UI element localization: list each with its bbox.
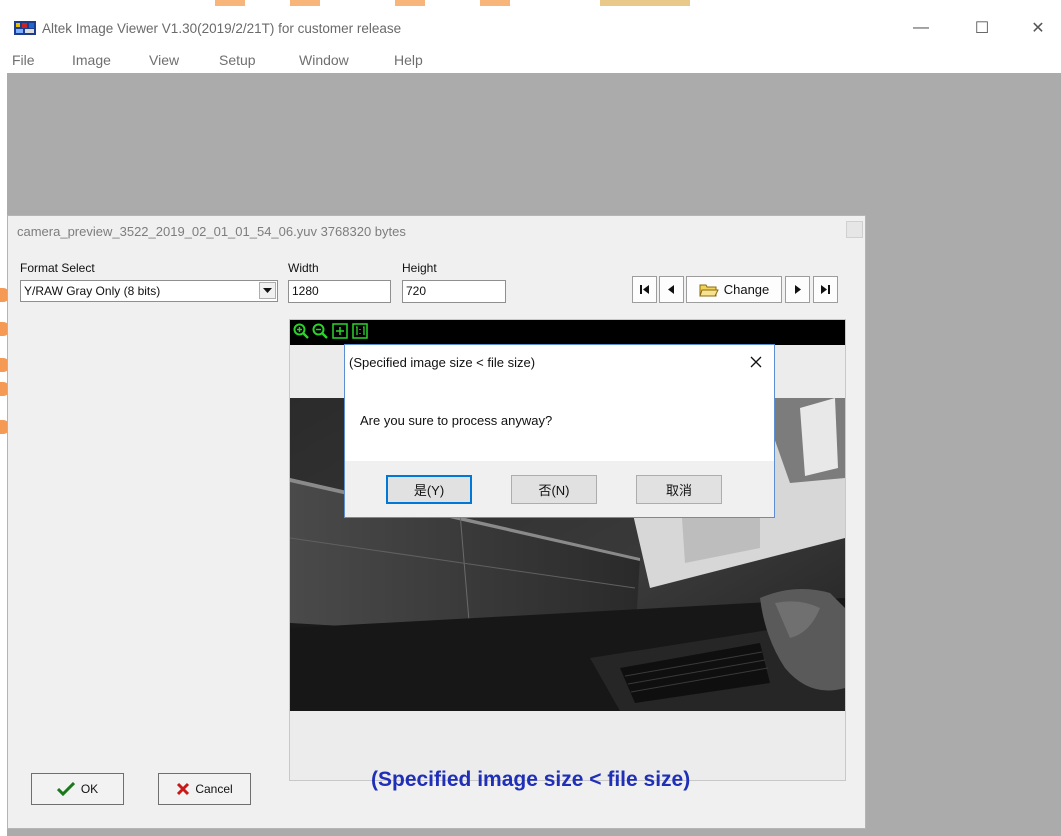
close-icon: ✕: [1031, 20, 1045, 37]
image-window-title: camera_preview_3522_2019_02_01_01_54_06.…: [17, 224, 406, 239]
last-icon: [821, 285, 830, 294]
yes-label: 是(Y): [413, 483, 445, 498]
change-label: Change: [723, 282, 770, 297]
fit-to-window-icon[interactable]: [332, 323, 348, 339]
first-button[interactable]: [632, 276, 657, 303]
no-button[interactable]: 否(N): [511, 475, 597, 504]
close-button[interactable]: ✕: [1015, 12, 1061, 44]
maximize-icon: ☐: [974, 20, 990, 37]
previous-icon: [668, 285, 674, 294]
dialog-button-bar: 是(Y) 否(N) 取消: [345, 461, 774, 517]
window-title: Altek Image Viewer V1.30(2019/2/21T) for…: [42, 21, 402, 36]
title-bar: Altek Image Viewer V1.30(2019/2/21T) for…: [0, 6, 1061, 46]
zoom-toolbar: [290, 320, 845, 345]
minimize-button[interactable]: —: [898, 12, 944, 44]
checkmark-icon: [56, 782, 75, 796]
maximize-button[interactable]: ☐: [959, 12, 1005, 44]
cancel-button[interactable]: Cancel: [158, 773, 251, 805]
width-value: 1280: [292, 284, 319, 298]
dialog-message: Are you sure to process anyway?: [360, 413, 553, 428]
last-button[interactable]: [813, 276, 838, 303]
format-select-label: Format Select: [20, 261, 95, 275]
menu-view[interactable]: View: [149, 52, 179, 68]
image-window: camera_preview_3522_2019_02_01_01_54_06.…: [7, 215, 866, 829]
image-window-close-button[interactable]: [846, 221, 863, 238]
width-input[interactable]: 1280: [288, 280, 391, 303]
dialog-close-button[interactable]: [743, 349, 769, 375]
previous-button[interactable]: [659, 276, 684, 303]
next-icon: [795, 285, 801, 294]
cancel-label: Cancel: [195, 782, 233, 796]
status-text: (Specified image size < file size): [371, 768, 691, 791]
format-select-value: Y/RAW Gray Only (8 bits): [24, 284, 161, 298]
menu-image[interactable]: Image: [72, 52, 111, 68]
no-label: 否(N): [538, 483, 570, 498]
zoom-out-icon[interactable]: [312, 323, 328, 339]
menu-setup[interactable]: Setup: [219, 52, 256, 68]
yes-button[interactable]: 是(Y): [386, 475, 472, 504]
dialog-title: (Specified image size < file size): [349, 355, 536, 370]
minimize-icon: —: [913, 19, 929, 36]
next-button[interactable]: [785, 276, 810, 303]
menu-file[interactable]: File: [12, 52, 35, 68]
close-icon: [750, 356, 762, 368]
zoom-in-icon[interactable]: [293, 323, 309, 339]
menu-window[interactable]: Window: [299, 52, 349, 68]
width-label: Width: [288, 261, 319, 275]
height-value: 720: [406, 284, 427, 298]
format-select-dropdown[interactable]: Y/RAW Gray Only (8 bits): [20, 280, 278, 302]
ok-label: OK: [80, 782, 99, 796]
ok-button[interactable]: OK: [31, 773, 124, 805]
first-icon: [640, 285, 649, 294]
folder-open-icon: [699, 284, 719, 296]
menu-help[interactable]: Help: [394, 52, 423, 68]
app-icon: [14, 21, 36, 35]
cross-icon: [177, 782, 190, 796]
actual-size-icon[interactable]: [352, 323, 368, 339]
menu-bar: File Image View Setup Window Help: [0, 47, 1061, 73]
dialog-cancel-button[interactable]: 取消: [636, 475, 722, 504]
height-input[interactable]: 720: [402, 280, 506, 303]
height-label: Height: [402, 261, 437, 275]
confirm-dialog: (Specified image size < file size) Are y…: [344, 344, 775, 518]
change-button[interactable]: Change: [686, 276, 782, 303]
dialog-cancel-label: 取消: [665, 483, 692, 498]
dropdown-arrow-icon[interactable]: [259, 282, 276, 299]
